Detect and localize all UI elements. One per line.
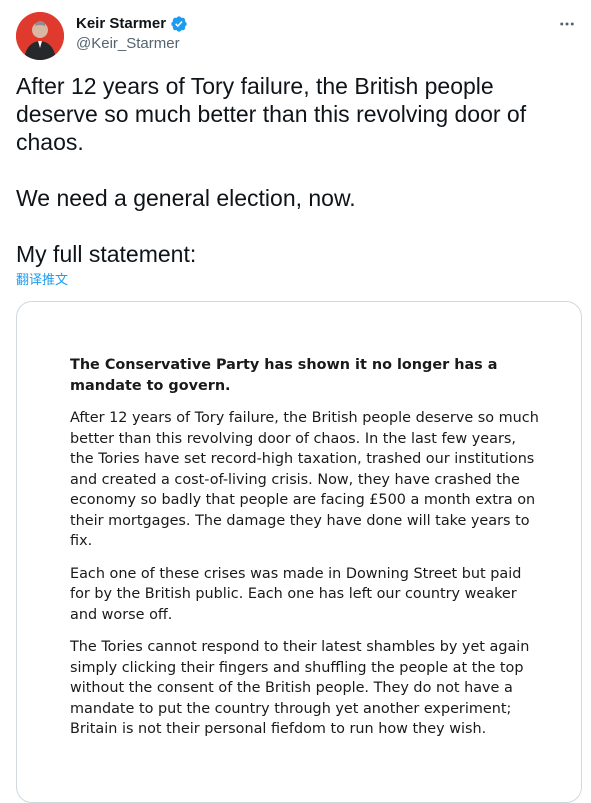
author-name-row[interactable]: Keir Starmer [76,14,188,34]
tweet-text: After 12 years of Tory failure, the Brit… [16,72,576,268]
profile-photo-icon [16,12,64,60]
verified-badge-icon [171,16,187,32]
avatar[interactable] [16,12,64,60]
author-handle[interactable]: @Keir_Starmer [76,34,188,54]
tweet-paragraph: After 12 years of Tory failure, the Brit… [16,73,527,155]
statement-paragraph: The Tories cannot respond to their lates… [70,639,530,737]
statement-paragraph: Each one of these crises was made in Dow… [70,565,522,623]
author-names: Keir Starmer @Keir_Starmer [76,14,188,54]
translate-tweet-link[interactable]: 翻译推文 [16,272,68,288]
more-options-button[interactable] [555,14,579,34]
statement-image[interactable]: The Conservative Party has shown it no l… [16,301,582,803]
statement-heading: The Conservative Party has shown it no l… [70,357,498,394]
statement-paragraph: After 12 years of Tory failure, the Brit… [70,410,539,549]
more-dots-icon [560,22,574,26]
tweet-paragraph: We need a general election, now. [16,185,356,211]
author-display-name[interactable]: Keir Starmer [76,14,166,34]
tweet-paragraph: My full statement: [16,241,197,267]
statement-document: The Conservative Party has shown it no l… [70,355,540,752]
tweet-header: Keir Starmer @Keir_Starmer [16,12,579,60]
